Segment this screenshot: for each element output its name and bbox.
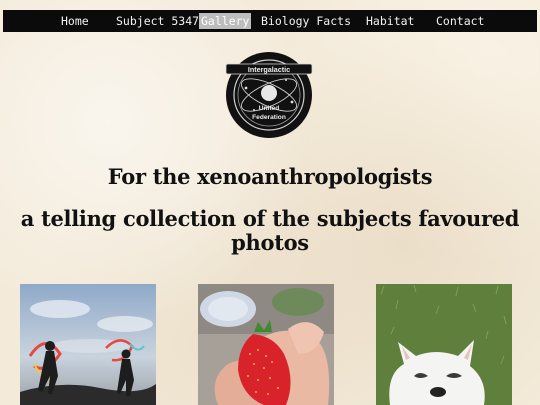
gallery-photo-strawberry[interactable] xyxy=(198,284,334,405)
nav-subject-5347[interactable]: Subject 5347 xyxy=(114,13,201,29)
federation-emblem-icon: Intergalactic United Federation xyxy=(225,52,313,138)
logo-text-line3: Federation xyxy=(252,114,286,121)
page-subtitle-line1: a telling collection of the subjects fav… xyxy=(20,206,520,231)
white-dog-image xyxy=(376,284,512,405)
logo-text-line1: Intergalactic xyxy=(248,65,290,74)
page-title: For the xenoanthropologists xyxy=(107,164,433,189)
nav-home[interactable]: Home xyxy=(59,13,91,29)
page-subtitle: a telling collection of the subjects fav… xyxy=(0,207,540,255)
page-subtitle-line2: photos xyxy=(231,230,309,255)
gallery-photo-ribbons[interactable] xyxy=(20,284,156,405)
nav-biology-facts[interactable]: Biology Facts xyxy=(259,13,353,29)
nav-gallery[interactable]: Gallery xyxy=(199,13,252,29)
nav-contact[interactable]: Contact xyxy=(434,13,486,29)
ribbon-dancers-image xyxy=(20,284,156,405)
nav-habitat[interactable]: Habitat xyxy=(364,13,416,29)
logo-text-line2: United xyxy=(259,105,280,112)
top-navigation: Home Subject 5347 Gallery Biology Facts … xyxy=(3,10,537,32)
strawberry-hand-image xyxy=(198,284,334,405)
gallery-photo-dog[interactable] xyxy=(376,284,512,405)
federation-logo: Intergalactic United Federation xyxy=(224,50,314,140)
